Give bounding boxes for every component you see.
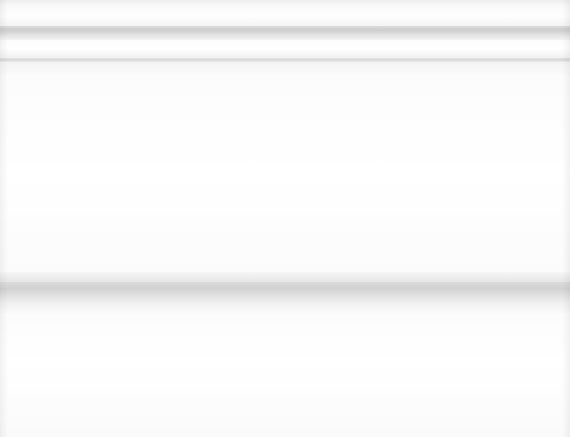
lower-groove [0, 282, 570, 304]
right-edge-shade [562, 0, 570, 437]
lower-lip [0, 304, 570, 314]
top-transition [0, 62, 570, 76]
top-cap-moulding [0, 4, 570, 26]
left-edge-shade [0, 0, 8, 437]
top-groove [0, 26, 570, 40]
base-panel [0, 314, 570, 437]
skirting-tile [0, 0, 570, 437]
lower-moulding-shadow [0, 272, 570, 282]
main-field-panel [0, 76, 570, 272]
top-bead-moulding [0, 40, 570, 58]
